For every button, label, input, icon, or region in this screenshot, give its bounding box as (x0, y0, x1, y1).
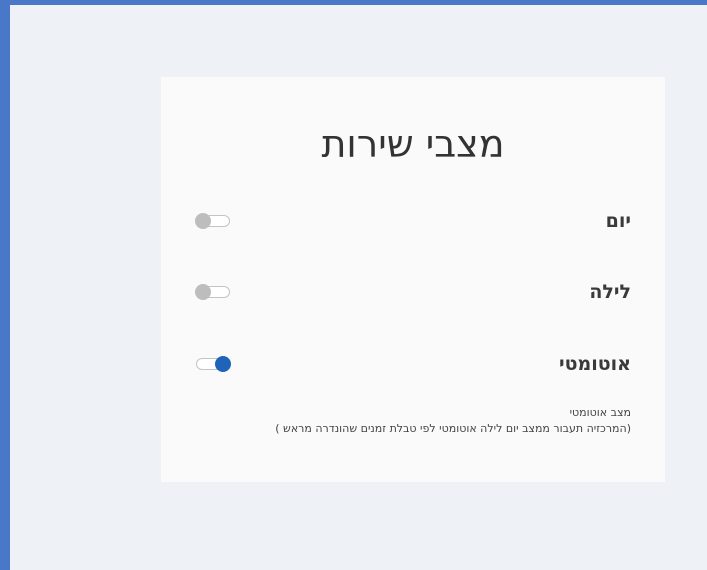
toggle-knob (195, 284, 211, 300)
auto-mode-description: מצב אוטומטי (המרכזיה תעבור ממצב יום לילה… (275, 405, 631, 437)
mode-row-auto: אוטומטי (195, 351, 631, 377)
mode-label-day: יום (605, 210, 631, 232)
panel-title: מצבי שירות (321, 122, 505, 166)
toggle-knob (195, 213, 211, 229)
page-background: מצבי שירות יום לילה אוטומטי מצב אוטומטי (10, 5, 707, 570)
auto-mode-toggle[interactable] (195, 356, 231, 372)
note-title: מצב אוטומטי (569, 406, 631, 419)
day-mode-toggle[interactable] (195, 213, 231, 229)
night-mode-toggle[interactable] (195, 284, 231, 300)
service-modes-panel: מצבי שירות יום לילה אוטומטי מצב אוטומטי (161, 77, 665, 482)
toggle-knob (215, 356, 231, 372)
note-detail: (המרכזיה תעבור ממצב יום לילה אוטומטי לפי… (275, 422, 631, 435)
mode-label-night: לילה (589, 281, 631, 303)
mode-row-night: לילה (195, 279, 631, 305)
mode-label-auto: אוטומטי (558, 353, 631, 375)
mode-row-day: יום (195, 208, 631, 234)
